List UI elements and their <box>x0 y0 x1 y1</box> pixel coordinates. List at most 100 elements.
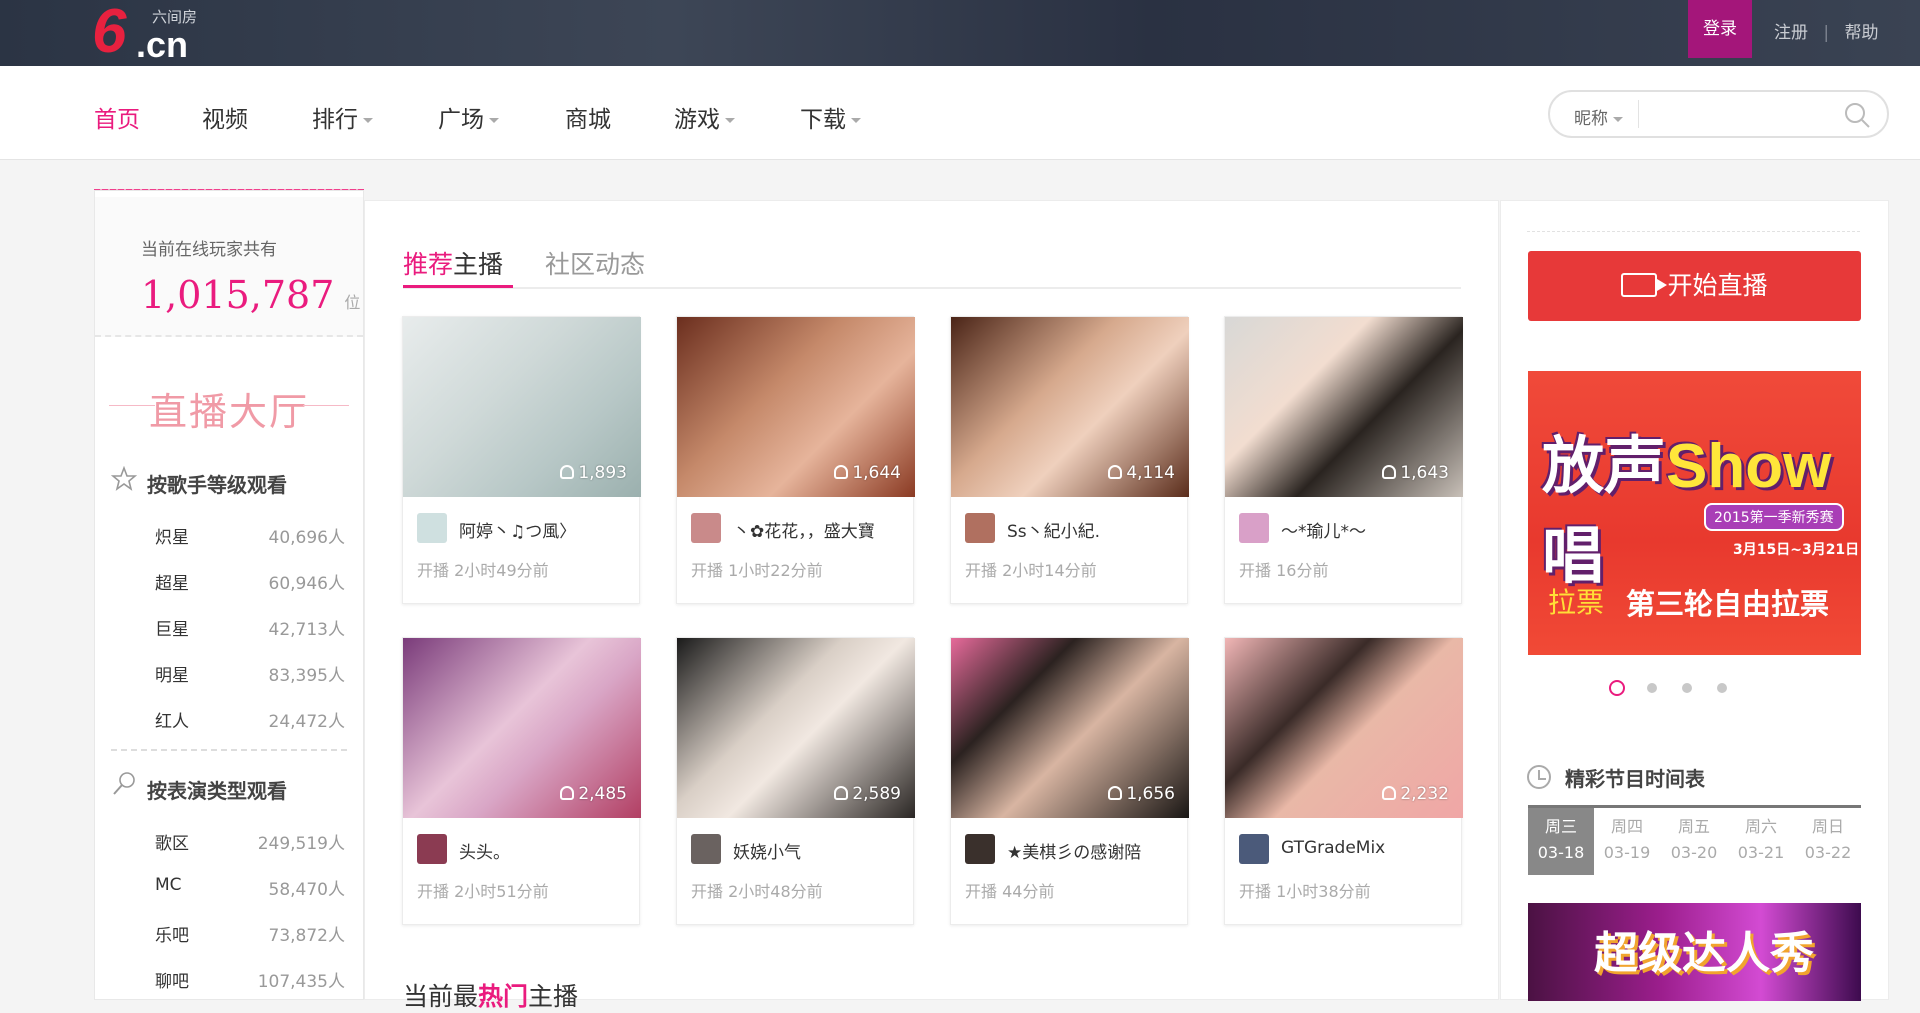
list-item[interactable]: 聊吧 107,435人 <box>155 967 345 992</box>
avatar[interactable] <box>691 834 721 864</box>
top-links: 注册 | 帮助 <box>1774 18 1889 43</box>
viewer-count: 1,643 <box>1382 463 1449 483</box>
day-tab[interactable]: 周六 03-21 <box>1728 808 1794 875</box>
carousel-dot[interactable] <box>1682 683 1692 693</box>
streamer-card[interactable]: 1,656 ★美棋彡の感谢陪 开播 44分前 <box>950 637 1189 925</box>
search-box: 昵称 <box>1548 90 1889 138</box>
streamer-name[interactable]: GTGradeMix <box>1281 838 1457 858</box>
stream-start-time: 开播 1小时22分前 <box>691 561 823 580</box>
day-weekday: 周五 <box>1677 817 1710 836</box>
viewer-number: 2,589 <box>852 784 901 804</box>
online-number: 1,015,787 <box>141 273 335 317</box>
nav-item-games[interactable]: 游戏 <box>674 100 735 134</box>
type-count: 58,470人 <box>268 880 345 900</box>
nav-label: 游戏 <box>674 107 720 133</box>
day-tab[interactable]: 周三 03-18 <box>1528 808 1594 875</box>
stream-start-time: 开播 16分前 <box>1239 561 1329 580</box>
carousel-dot[interactable] <box>1717 683 1727 693</box>
streamer-name[interactable]: 丶✿花花，，盛大寶 <box>733 517 909 542</box>
search-type-select[interactable]: 昵称 <box>1574 104 1623 129</box>
day-tab[interactable]: 周五 03-20 <box>1661 808 1727 875</box>
clock-icon <box>1527 765 1551 789</box>
nav-item-ranking[interactable]: 排行 <box>312 100 373 134</box>
day-weekday: 周六 <box>1744 817 1777 836</box>
nav-item-home[interactable]: 首页 <box>94 100 140 134</box>
divider <box>1527 231 1860 232</box>
type-count: 107,435人 <box>257 972 345 992</box>
search-icon[interactable] <box>1842 100 1872 130</box>
site-logo[interactable]: 6 .cn 六间房 <box>92 0 222 66</box>
banner-title-b: Show <box>1666 432 1832 501</box>
list-item[interactable]: 乐吧 73,872人 <box>155 921 345 946</box>
list-item[interactable]: MC 58,470人 <box>155 875 345 900</box>
viewer-number: 4,114 <box>1126 463 1175 483</box>
streamer-name[interactable]: Ss丶紀小紀. <box>1007 517 1183 542</box>
streamer-name[interactable]: ★美棋彡の感谢陪 <box>1007 838 1183 863</box>
day-tab[interactable]: 周四 03-19 <box>1594 808 1660 875</box>
streamer-name[interactable]: 阿婷丶♫つ風〉 <box>459 517 635 542</box>
schedule-day-tabs: 周三 03-18 周四 03-19 周五 03-20 周六 03-21 周日 03-22 <box>1528 805 1861 875</box>
nav-item-plaza[interactable]: 广场 <box>438 100 499 134</box>
nav-item-mall[interactable]: 商城 <box>565 100 611 134</box>
tab-recommended[interactable]: 推荐主播 <box>403 245 503 281</box>
streamer-card[interactable]: 1,893 阿婷丶♫つ風〉 开播 2小时49分前 <box>402 316 641 604</box>
avatar[interactable] <box>965 834 995 864</box>
promo-banner[interactable]: 超级达人秀 <box>1528 903 1861 1001</box>
day-date: 03-22 <box>1804 843 1852 862</box>
star-icon <box>111 466 137 491</box>
performance-type-title: 按表演类型观看 <box>147 779 287 803</box>
streamer-card[interactable]: 2,232 GTGradeMix 开播 1小时38分前 <box>1224 637 1463 925</box>
level-count: 40,696人 <box>268 528 345 548</box>
day-weekday: 周四 <box>1610 817 1643 836</box>
list-item[interactable]: 歌区 249,519人 <box>155 829 345 854</box>
nav-item-video[interactable]: 视频 <box>202 100 248 134</box>
nav-label: 下载 <box>800 107 846 133</box>
start-live-button[interactable]: 开始直播 <box>1528 251 1861 321</box>
streamer-name[interactable]: ～*瑜儿*～ <box>1281 517 1457 542</box>
list-item[interactable]: 明星 83,395人 <box>155 661 345 686</box>
list-item[interactable]: 超星 60,946人 <box>155 569 345 594</box>
main-content: 推荐主播 社区动态 1,893 阿婷丶♫つ風〉 开播 2小时49分前 1,644… <box>364 200 1499 1011</box>
streamer-card[interactable]: 2,485 头头。 开播 2小时51分前 <box>402 637 641 925</box>
online-count-box: 当前在线玩家共有 1,015,787 位 <box>95 197 363 337</box>
avatar[interactable] <box>965 513 995 543</box>
avatar[interactable] <box>1239 834 1269 864</box>
carousel-dot[interactable] <box>1609 680 1625 696</box>
stream-start-time: 开播 1小时38分前 <box>1239 882 1371 901</box>
list-item[interactable]: 巨星 42,713人 <box>155 615 345 640</box>
help-link[interactable]: 帮助 <box>1845 23 1879 43</box>
event-banner[interactable]: 放声Show唱 2015第一季新秀赛 3月15日~3月21日 拉票 第三轮自由拉… <box>1528 371 1861 655</box>
person-icon <box>1382 786 1397 800</box>
streamer-name[interactable]: 头头。 <box>459 838 635 863</box>
register-link[interactable]: 注册 <box>1774 23 1808 43</box>
hot-suffix: 主播 <box>528 982 579 1011</box>
tab-label-highlight: 推荐 <box>403 250 454 279</box>
day-date: 03-20 <box>1670 843 1718 862</box>
active-tab-underline <box>403 285 513 288</box>
viewer-count: 2,485 <box>560 784 627 804</box>
person-icon <box>560 465 575 479</box>
avatar[interactable] <box>691 513 721 543</box>
person-icon <box>1108 465 1123 479</box>
person-icon <box>1382 465 1397 479</box>
day-tab[interactable]: 周日 03-22 <box>1795 808 1861 875</box>
streamer-card[interactable]: 2,589 妖娆小气 开播 2小时48分前 <box>676 637 915 925</box>
list-item[interactable]: 炽星 40,696人 <box>155 523 345 548</box>
nav-item-download[interactable]: 下载 <box>800 100 861 134</box>
streamer-name[interactable]: 妖娆小气 <box>733 838 909 863</box>
type-name: MC <box>155 875 182 895</box>
streamer-card[interactable]: 1,643 ～*瑜儿*～ 开播 16分前 <box>1224 316 1463 604</box>
list-item[interactable]: 红人 24,472人 <box>155 707 345 732</box>
search-input[interactable] <box>1646 98 1836 130</box>
login-button[interactable]: 登录 <box>1688 0 1752 58</box>
viewer-number: 2,485 <box>578 784 627 804</box>
streamer-card[interactable]: 4,114 Ss丶紀小紀. 开播 2小时14分前 <box>950 316 1189 604</box>
streamer-card[interactable]: 1,644 丶✿花花，，盛大寶 开播 1小时22分前 <box>676 316 915 604</box>
avatar[interactable] <box>417 513 447 543</box>
person-icon <box>1108 786 1123 800</box>
avatar[interactable] <box>1239 513 1269 543</box>
carousel-dot[interactable] <box>1647 683 1657 693</box>
tab-community[interactable]: 社区动态 <box>545 245 645 281</box>
search-type-label: 昵称 <box>1574 109 1608 129</box>
avatar[interactable] <box>417 834 447 864</box>
